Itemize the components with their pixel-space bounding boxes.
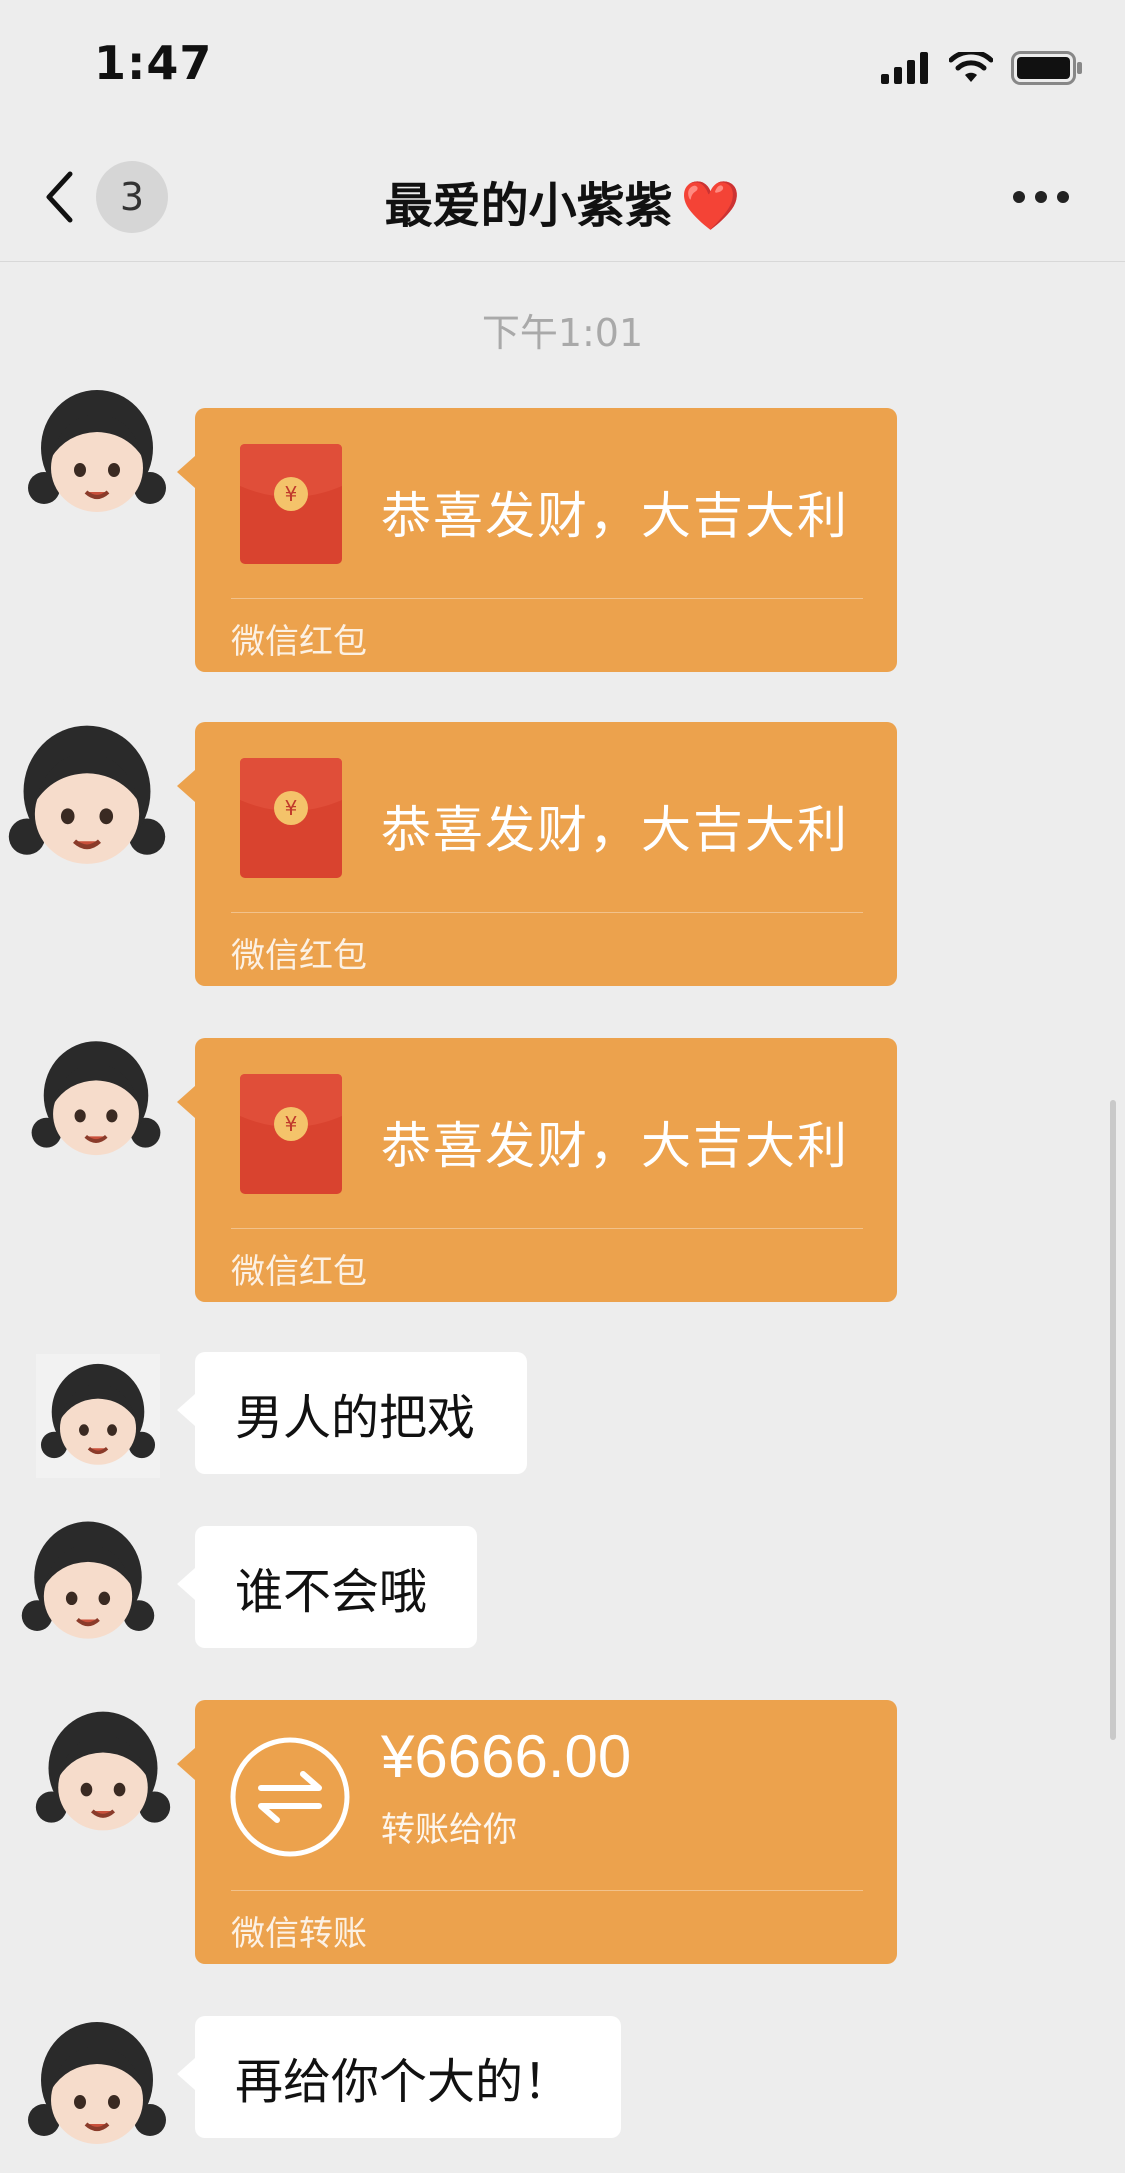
red-envelope-icon: ¥ [240,758,342,878]
transfer-amount: ¥6666.00 [381,1723,632,1790]
contact-avatar[interactable] [26,1030,166,1170]
chat-title-text: 最爱的小紫紫 [384,178,673,234]
transfer-icon [230,1737,350,1857]
wifi-icon [949,52,993,82]
red-packet-card[interactable]: ¥ 恭喜发财，大吉大利 微信红包 [177,408,897,672]
chat-timestamp: 下午1:01 [481,311,644,355]
status-icons [881,50,1083,86]
contact-avatar[interactable] [30,1700,176,1846]
red-packet-greeting: 恭喜发财，大吉大利 [381,487,849,545]
red-packet-card[interactable]: ¥ 恭喜发财，大吉大利 微信红包 [177,722,897,986]
red-envelope-icon: ¥ [240,444,342,564]
scrollbar[interactable] [1110,1100,1116,1740]
red-envelope-icon: ¥ [240,1074,342,1194]
svg-text:¥: ¥ [285,482,298,506]
divider [231,912,863,913]
divider [231,1890,863,1891]
svg-text:¥: ¥ [285,1112,298,1136]
red-packet-greeting: 恭喜发财，大吉大利 [381,801,849,859]
nav-bar: 3 最爱的小紫紫 ❤️ [0,132,1125,262]
chat-title: 最爱的小紫紫 ❤️ [0,166,1125,236]
contact-avatar[interactable] [2,712,172,882]
divider [231,598,863,599]
transfer-card[interactable]: ¥6666.00 转账给你 微信转账 [177,1700,897,1964]
more-options-button[interactable] [1013,190,1069,204]
cellular-signal-icon [881,52,928,84]
contact-avatar[interactable] [22,2010,172,2160]
ellipsis-icon [1013,191,1025,203]
battery-icon [1011,51,1082,85]
text-bubble[interactable]: 男人的把戏 [177,1352,527,1474]
red-packet-card[interactable]: ¥ 恭喜发财，大吉大利 微信红包 [177,1038,897,1302]
svg-text:¥: ¥ [285,796,298,820]
contact-avatar[interactable] [36,1354,160,1478]
text-bubble[interactable]: 再给你个大的！ [177,2016,621,2138]
divider [231,1228,863,1229]
red-packet-label: 微信红包 [231,936,367,976]
contact-avatar[interactable] [16,1510,160,1654]
red-packet-label: 微信红包 [231,622,367,662]
red-packet-label: 微信红包 [231,1252,367,1292]
transfer-label: 微信转账 [231,1914,367,1954]
transfer-note: 转账给你 [381,1810,517,1850]
heart-emoji: ❤️ [680,178,741,234]
contact-avatar[interactable] [22,378,172,528]
red-packet-greeting: 恭喜发财，大吉大利 [381,1117,849,1175]
text-bubble[interactable]: 谁不会哦 [177,1526,477,1648]
chat-screen: 1:47 3 最爱的小紫紫 ❤️ 下午1:01 ¥ 恭喜发财，大吉大利 微信红包… [0,0,1125,2173]
status-time: 1:47 [94,36,213,90]
status-bar: 1:47 [0,0,1125,132]
